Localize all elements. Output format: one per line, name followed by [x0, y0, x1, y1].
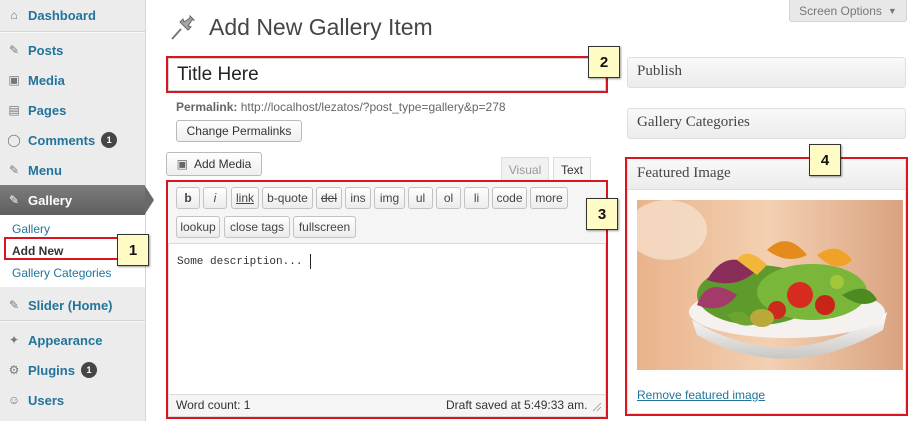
comments-count-badge: 1 — [101, 132, 118, 148]
page-title: Add New Gallery Item — [209, 14, 433, 40]
sidebar-item-label: Pages — [28, 102, 67, 118]
screen-options-label: Screen Options — [799, 3, 882, 18]
pin-icon: ✎ — [8, 298, 20, 312]
pages-icon: ▤ — [8, 103, 20, 117]
sidebar-item-users[interactable]: ☺ Users — [0, 385, 145, 415]
callout-2: 2 — [588, 46, 620, 78]
sidebar-item-label: Appearance — [28, 332, 103, 348]
tab-text[interactable]: Text — [553, 157, 591, 182]
users-icon: ☺ — [7, 393, 21, 407]
gallery-categories-box-title: Gallery Categories — [637, 114, 750, 130]
add-media-label: Add Media — [193, 157, 252, 171]
submenu-item-gallery-categories[interactable]: Gallery Categories — [12, 266, 111, 280]
sidebar-item-gallery[interactable]: ✎ Gallery — [0, 185, 145, 215]
pin-icon: ✎ — [8, 43, 20, 57]
camera-icon: ▣ — [176, 157, 188, 171]
plugins-icon: ⚙ — [8, 363, 20, 377]
pushpin-icon — [171, 14, 196, 40]
sidebar-item-label: Dashboard — [28, 7, 96, 23]
callout-3: 3 — [586, 198, 618, 230]
current-menu-arrow — [145, 186, 154, 214]
permalink-row: Permalink: http://localhost/lezatos/?pos… — [176, 100, 506, 114]
sidebar-item-posts[interactable]: ✎ Posts — [0, 35, 145, 65]
callout-4: 4 — [809, 144, 841, 176]
sidebar-item-media[interactable]: ▣ Media — [0, 65, 145, 95]
menu-separator — [0, 31, 145, 33]
sidebar-item-label: Slider (Home) — [28, 297, 113, 313]
comments-icon: ◯ — [7, 133, 21, 147]
sidebar-item-label: Gallery — [28, 192, 73, 208]
sidebar-item-menu[interactable]: ✎ Menu — [0, 155, 145, 185]
highlight-title-field — [166, 56, 608, 93]
add-media-button[interactable]: ▣ Add Media — [166, 152, 262, 176]
sidebar-item-label: Menu — [28, 162, 62, 178]
highlight-add-new — [4, 237, 120, 260]
appearance-icon: ✦ — [8, 333, 20, 347]
submenu-item-gallery[interactable]: Gallery — [12, 222, 50, 236]
sidebar-item-label: Plugins — [28, 362, 75, 378]
publish-box-title: Publish — [637, 63, 683, 79]
sidebar-item-label: Comments — [28, 132, 96, 148]
sidebar-item-appearance[interactable]: ✦ Appearance — [0, 325, 145, 355]
sidebar-item-comments[interactable]: ◯ Comments 1 — [0, 125, 145, 155]
menu-separator — [0, 320, 145, 322]
sidebar-item-label: Posts — [28, 42, 64, 58]
callout-1: 1 — [117, 234, 149, 266]
sidebar-item-pages[interactable]: ▤ Pages — [0, 95, 145, 125]
permalink-label: Permalink: — [176, 100, 238, 114]
sidebar-item-label: Users — [28, 392, 65, 408]
pin-icon: ✎ — [8, 193, 20, 207]
sidebar-item-plugins[interactable]: ⚙ Plugins 1 — [0, 355, 145, 385]
highlight-featured-image — [625, 157, 908, 416]
dashboard-icon: ⌂ — [10, 8, 18, 22]
change-permalinks-button[interactable]: Change Permalinks — [176, 120, 302, 142]
permalink-url: http://localhost/lezatos/?post_type=gall… — [240, 100, 506, 114]
tab-visual[interactable]: Visual — [501, 157, 549, 182]
sidebar-item-label: Media — [28, 72, 65, 88]
pin-icon: ✎ — [8, 163, 20, 177]
plugins-count-badge: 1 — [80, 362, 97, 378]
chevron-down-icon: ▼ — [887, 5, 897, 16]
sidebar-item-slider-home[interactable]: ✎ Slider (Home) — [0, 290, 145, 320]
sidebar-item-dashboard[interactable]: ⌂ Dashboard — [0, 0, 145, 30]
screen-options-button[interactable]: Screen Options ▼ — [789, 0, 907, 22]
media-icon: ▣ — [8, 73, 20, 87]
highlight-editor — [166, 180, 608, 419]
